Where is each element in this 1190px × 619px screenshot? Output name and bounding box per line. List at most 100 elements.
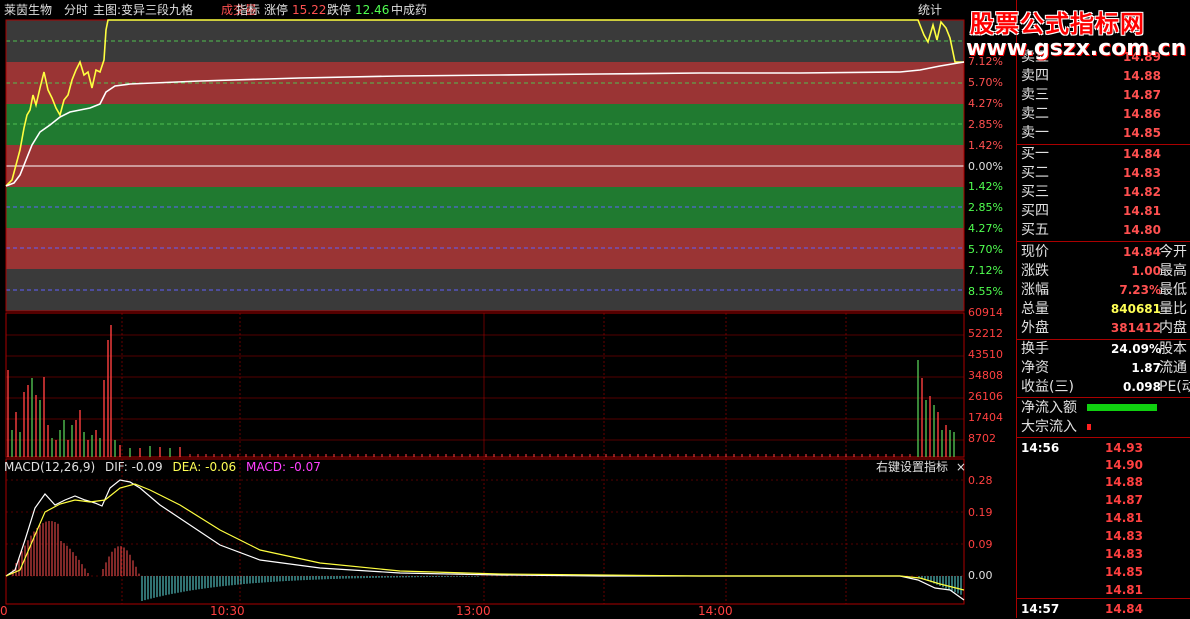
axis-down-2: 2.85% xyxy=(968,201,1003,214)
ask-3[interactable]: 卖三 14.87 xyxy=(1017,86,1190,105)
ratio-label: 量比 xyxy=(1159,301,1187,317)
bid-4-price: 14.81 xyxy=(1123,204,1161,218)
quote-pct: 涨幅 7.23% 最低 xyxy=(1017,281,1190,300)
flow-block: 大宗流入 xyxy=(1017,418,1190,437)
quote-volume: 总量 840681 量比 xyxy=(1017,300,1190,319)
axis-down-8: 8.55% xyxy=(968,285,1003,298)
net-inflow-label: 净流入额 xyxy=(1021,400,1077,416)
tick-row-last: 14:57 14.84 xyxy=(1017,599,1190,619)
outer-label: 外盘 xyxy=(1021,320,1049,336)
block-inflow-label: 大宗流入 xyxy=(1021,419,1077,435)
bid-1[interactable]: 买一 14.84 xyxy=(1017,145,1190,164)
quote-outer: 外盘 381412 内盘 xyxy=(1017,319,1190,338)
low-label: 最低 xyxy=(1159,282,1187,298)
macd-axis-1: 0.19 xyxy=(968,506,993,519)
bid-3-label: 买三 xyxy=(1021,184,1049,200)
inner-label: 内盘 xyxy=(1159,320,1187,336)
time-axis-1400: 14:00 xyxy=(698,604,733,618)
tick-row: 14.83 xyxy=(1017,544,1190,564)
quote-divider xyxy=(1017,241,1190,242)
quote-turnover: 换手 24.09% 股本 xyxy=(1017,340,1190,359)
high-label: 最高 xyxy=(1159,263,1187,279)
axis-down-1: 1.42% xyxy=(968,180,1003,193)
time-axis-start: 0 xyxy=(0,604,8,618)
nav-label: 净资 xyxy=(1021,360,1049,376)
macd-dif: DIF: -0.09 xyxy=(104,460,163,474)
axis-up-5: 5.70% xyxy=(968,76,1003,89)
bid-2-label: 买二 xyxy=(1021,165,1049,181)
tick-price: 14.83 xyxy=(1105,529,1143,543)
stock-app: 莱茵生物 分时 主图:变异三段九格 成交量 指标 涨停 15.22 跌停 12.… xyxy=(0,0,1190,618)
indicator-settings-label[interactable]: 右键设置指标 xyxy=(876,460,948,474)
quote-eps: 收益(三) 0.098PE(动) xyxy=(1017,378,1190,397)
macd-dea-line xyxy=(5,483,965,591)
tick-row: 14.83 xyxy=(1017,526,1190,546)
ask-4[interactable]: 卖四 14.88 xyxy=(1017,67,1190,86)
ask-2-price: 14.86 xyxy=(1123,107,1161,121)
open-label: 今开 xyxy=(1159,244,1187,260)
axis-down-4: 4.27% xyxy=(968,222,1003,235)
indicator-settings[interactable]: 右键设置指标 × xyxy=(876,459,966,475)
ask-4-price: 14.88 xyxy=(1123,69,1161,83)
watermark-url: www.gszx.com.cn xyxy=(966,36,1187,61)
equity-label: 股本 xyxy=(1159,341,1187,357)
bid-1-price: 14.84 xyxy=(1123,147,1161,161)
quote-panel: 卖五 14.89 卖四 14.88 卖三 14.87 卖二 14.86 卖一 14.85 … xyxy=(1016,0,1190,618)
eps-label: 收益(三) xyxy=(1021,379,1074,395)
volume-label: 总量 xyxy=(1021,301,1049,317)
axis-down-7: 7.12% xyxy=(968,264,1003,277)
vol-axis-0: 60914 xyxy=(968,306,1003,319)
bid-5-price: 14.80 xyxy=(1123,223,1161,237)
site-watermark: 股票公式指标网 www.gszx.com.cn xyxy=(960,4,1190,66)
pe-label: PE(动) xyxy=(1159,379,1190,395)
macd-header: MACD(12,26,9) DIF: -0.09 DEA: -0.06 MACD… xyxy=(4,459,327,475)
tick-row: 14.87 xyxy=(1017,490,1190,510)
nav-value: 1.87 xyxy=(1131,361,1161,375)
tick-row: 14.88 xyxy=(1017,472,1190,492)
ask-2[interactable]: 卖二 14.86 xyxy=(1017,105,1190,124)
macd-frame xyxy=(5,458,965,605)
watermark-title: 股票公式指标网 xyxy=(970,10,1145,38)
block-inflow-bar xyxy=(1087,424,1091,430)
axis-up-2: 2.85% xyxy=(968,118,1003,131)
bid-2-price: 14.83 xyxy=(1123,166,1161,180)
price-band xyxy=(6,145,964,166)
current-label: 现价 xyxy=(1021,244,1049,260)
macd-axis-0: 0.28 xyxy=(968,474,993,487)
macd-value: MACD: -0.07 xyxy=(246,460,321,474)
ask-4-label: 卖四 xyxy=(1021,68,1049,84)
tick-row: 14.85 xyxy=(1017,562,1190,582)
net-inflow-bar xyxy=(1087,404,1157,411)
current-value: 14.84 xyxy=(1123,245,1161,259)
close-icon[interactable]: × xyxy=(956,460,966,474)
tick-row: 14.81 xyxy=(1017,580,1190,600)
quote-change: 涨跌 1.00 最高 xyxy=(1017,262,1190,281)
bid-2[interactable]: 买二 14.83 xyxy=(1017,164,1190,183)
ask-1[interactable]: 卖一 14.85 xyxy=(1017,124,1190,143)
macd-dif-line xyxy=(5,479,965,601)
bid-3[interactable]: 买三 14.82 xyxy=(1017,183,1190,202)
flow-net: 净流入额 xyxy=(1017,399,1190,418)
time-axis-1030: 10:30 xyxy=(210,604,245,618)
ask-1-label: 卖一 xyxy=(1021,125,1049,141)
macd-title[interactable]: MACD(12,26,9) xyxy=(4,460,95,474)
quote-current: 现价 14.84 今开 xyxy=(1017,243,1190,262)
bid-5[interactable]: 买五 14.80 xyxy=(1017,221,1190,240)
bid-1-label: 买一 xyxy=(1021,146,1049,162)
ask-2-label: 卖二 xyxy=(1021,106,1049,122)
quote-nav: 净资 1.87 流通 xyxy=(1017,359,1190,378)
outer-value: 381412 xyxy=(1110,321,1161,335)
volume-bars xyxy=(7,325,955,457)
time-axis-1300: 13:00 xyxy=(456,604,491,618)
tick-price-last: 14.84 xyxy=(1105,602,1143,616)
bid-4[interactable]: 买四 14.81 xyxy=(1017,202,1190,221)
intraday-chart[interactable] xyxy=(0,0,966,618)
volume-frame xyxy=(5,312,965,458)
axis-up-4: 4.27% xyxy=(968,97,1003,110)
axis-zero: 0.00% xyxy=(968,160,1003,173)
ask-3-price: 14.87 xyxy=(1123,88,1161,102)
bid-5-label: 买五 xyxy=(1021,222,1049,238)
vol-axis-3: 34808 xyxy=(968,369,1003,382)
tick-time-last: 14:57 xyxy=(1021,602,1060,616)
ask-3-label: 卖三 xyxy=(1021,87,1049,103)
